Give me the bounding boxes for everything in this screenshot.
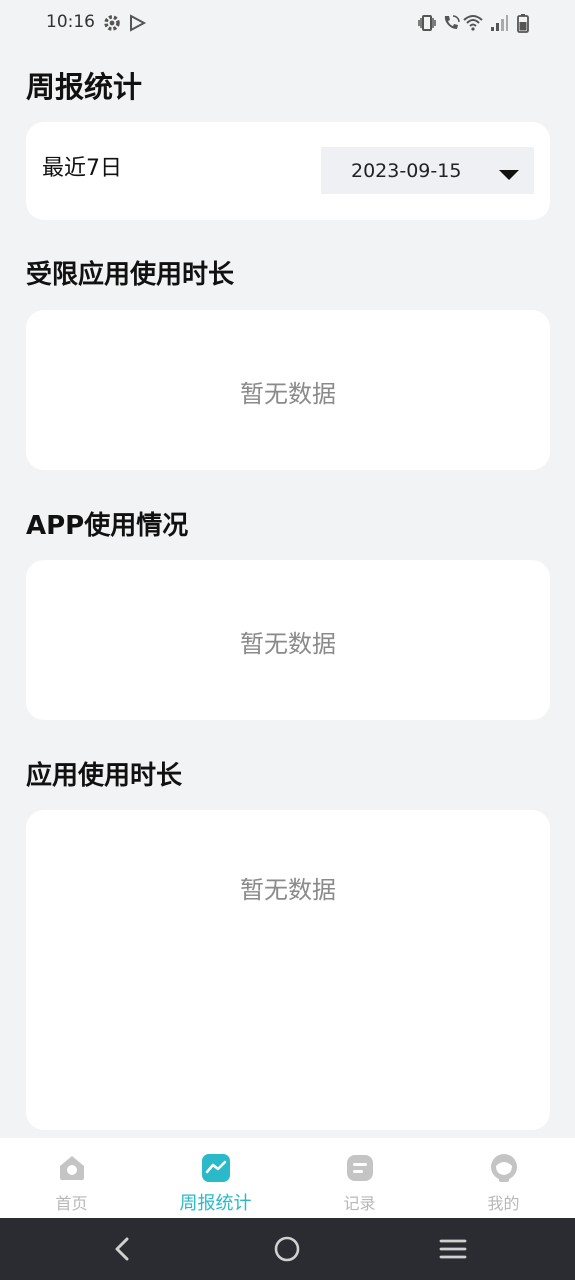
trend-chart-icon — [200, 1152, 232, 1184]
recents-menu-icon[interactable] — [438, 1234, 468, 1264]
bottom-tab-bar: 首页 周报统计 记录 我的 — [0, 1138, 575, 1218]
back-icon[interactable] — [108, 1234, 138, 1264]
empty-state-text: 暂无数据 — [240, 876, 336, 904]
empty-state-text: 暂无数据 — [240, 380, 336, 408]
wifi-calling-icon — [441, 13, 461, 33]
chevron-down-icon — [498, 166, 520, 180]
wifi-icon — [463, 13, 483, 33]
profile-icon — [488, 1152, 520, 1184]
home-icon — [56, 1152, 88, 1184]
signal-icon — [489, 13, 509, 33]
tab-label: 首页 — [55, 1194, 88, 1213]
restricted-usage-card: 暂无数据 — [26, 310, 550, 470]
tab-records[interactable]: 记录 — [288, 1138, 431, 1218]
date-dropdown[interactable]: 2023-09-15 — [321, 147, 534, 194]
tab-profile[interactable]: 我的 — [432, 1138, 575, 1218]
section-title-app-usage: APP使用情况 — [26, 511, 189, 541]
empty-state-text: 暂无数据 — [240, 630, 336, 658]
gear-icon — [102, 13, 122, 33]
record-icon — [344, 1152, 376, 1184]
vibrate-icon — [417, 13, 437, 33]
date-value: 2023-09-15 — [351, 160, 462, 182]
home-circle-icon[interactable] — [272, 1234, 302, 1264]
battery-icon — [513, 13, 533, 33]
status-bar: 10:16 — [0, 0, 575, 48]
tab-label: 记录 — [343, 1194, 376, 1213]
tab-label: 我的 — [487, 1194, 520, 1213]
range-label: 最近7日 — [42, 156, 122, 181]
section-title-usage-duration: 应用使用时长 — [26, 761, 183, 791]
tab-weekly-stats[interactable]: 周报统计 — [144, 1138, 287, 1218]
usage-duration-card: 暂无数据 — [26, 810, 550, 1130]
app-usage-card: 暂无数据 — [26, 560, 550, 720]
status-time: 10:16 — [46, 12, 95, 32]
play-store-icon — [127, 13, 147, 33]
tab-home[interactable]: 首页 — [0, 1138, 143, 1218]
date-range-card: 最近7日 2023-09-15 — [26, 122, 550, 220]
page-title: 周报统计 — [26, 70, 143, 104]
section-title-restricted-usage: 受限应用使用时长 — [26, 260, 235, 290]
system-nav-bar — [0, 1218, 575, 1280]
tab-label: 周报统计 — [179, 1193, 252, 1214]
